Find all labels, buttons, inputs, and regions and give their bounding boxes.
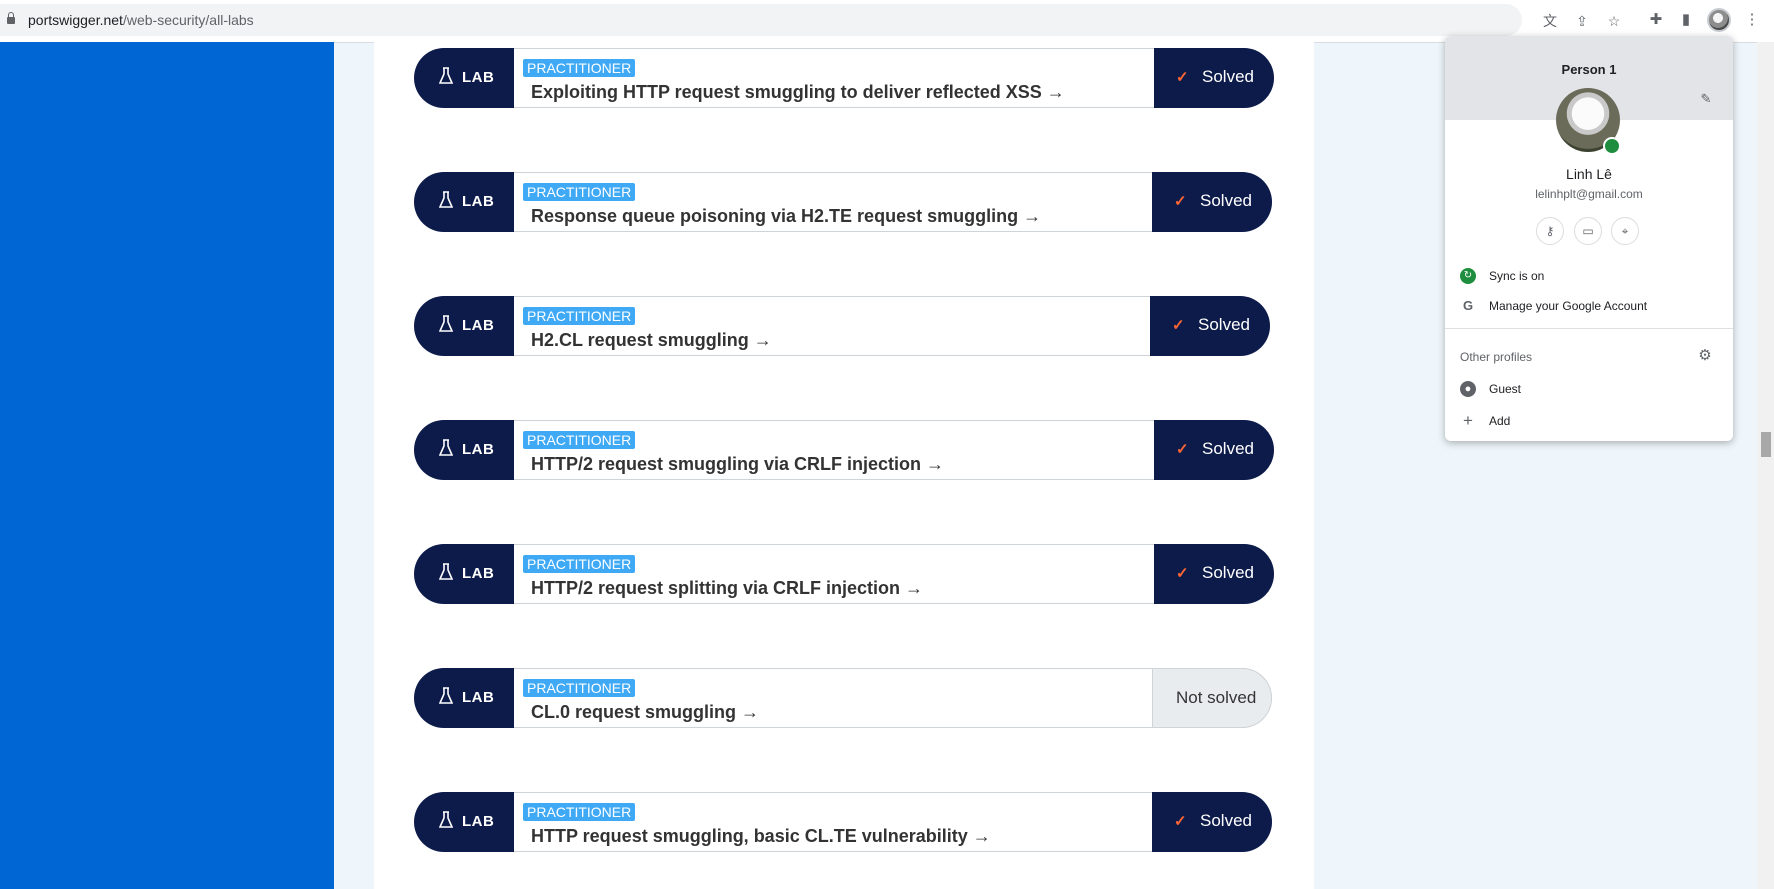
lab-badge-label: LAB [462, 193, 495, 210]
status-badge: ✓ Solved [1154, 48, 1274, 108]
flask-icon [439, 67, 453, 84]
flask-icon [439, 315, 453, 332]
google-g-icon: G [1462, 298, 1474, 313]
sync-badge-icon [1603, 137, 1621, 155]
profile-menu: Person 1 ✎ Linh Lê lelinhplt@gmail.com ⚷… [1445, 36, 1733, 441]
lab-title-link[interactable]: H2.CL request smuggling → [531, 330, 772, 351]
lab-card[interactable]: LAB PRACTITIONER CL.0 request smuggling … [414, 668, 1272, 728]
lab-badge: LAB [414, 420, 514, 480]
status-badge: ✓ Solved [1150, 296, 1270, 356]
status-label: Solved [1202, 67, 1254, 86]
status-label: Solved [1198, 315, 1250, 334]
flask-icon [439, 563, 453, 580]
add-label: Add [1489, 414, 1511, 428]
status-badge: ✓ Solved [1154, 420, 1274, 480]
plus-icon: + [1463, 411, 1473, 430]
status-label: Solved [1202, 439, 1254, 458]
check-icon: ✓ [1176, 441, 1189, 458]
lab-badge-label: LAB [462, 813, 495, 830]
lab-title-link[interactable]: HTTP request smuggling, basic CL.TE vuln… [531, 826, 991, 847]
guest-profile-row[interactable]: ● Guest [1445, 376, 1733, 402]
address-bar[interactable]: portswigger.net/web-security/all-labs 文 … [0, 4, 1620, 36]
flask-icon [439, 191, 453, 208]
url-text[interactable]: portswigger.net/web-security/all-labs [28, 12, 254, 28]
lab-title-link[interactable]: CL.0 request smuggling → [531, 702, 759, 723]
status-label: Not solved [1176, 688, 1257, 707]
flask-icon [439, 439, 453, 456]
scroll-thumb[interactable] [1761, 432, 1771, 457]
gear-icon[interactable]: ⚙ [1697, 348, 1713, 364]
sync-label: Sync is on [1489, 269, 1545, 283]
lab-card[interactable]: LAB PRACTITIONER HTTP/2 request smugglin… [414, 420, 1274, 480]
status-badge: Not solved [1152, 668, 1272, 728]
lab-title-link[interactable]: Exploiting HTTP request smuggling to del… [531, 82, 1065, 103]
manage-account-row[interactable]: G Manage your Google Account [1445, 293, 1733, 319]
flask-icon [439, 811, 453, 828]
card-icon[interactable]: ▭ [1574, 217, 1602, 245]
level-badge: PRACTITIONER [523, 803, 636, 821]
lab-badge-label: LAB [462, 69, 495, 86]
lab-badge: LAB [414, 172, 514, 232]
status-badge: ✓ Solved [1154, 544, 1274, 604]
lab-badge: LAB [414, 544, 514, 604]
lab-badge-label: LAB [462, 441, 495, 458]
manage-account-label: Manage your Google Account [1489, 299, 1648, 313]
level-badge: PRACTITIONER [523, 555, 636, 573]
profile-email: lelinhplt@gmail.com [1535, 187, 1643, 201]
other-profiles-heading: Other profiles [1460, 350, 1533, 364]
guest-label: Guest [1489, 382, 1522, 396]
add-profile-row[interactable]: + Add [1445, 408, 1733, 434]
level-badge: PRACTITIONER [523, 59, 636, 77]
status-badge: ✓ Solved [1152, 172, 1272, 232]
status-label: Solved [1202, 563, 1254, 582]
status-badge: ✓ Solved [1152, 792, 1272, 852]
extensions-puzzle-icon[interactable]: ✚ [1646, 10, 1666, 30]
key-icon[interactable]: ⚷ [1536, 217, 1564, 245]
side-panel-icon[interactable]: ▮ [1676, 10, 1696, 30]
profile-header-name: Person 1 [1561, 62, 1617, 77]
location-pin-icon[interactable]: ⌖ [1611, 217, 1639, 245]
lab-title-link[interactable]: HTTP/2 request smuggling via CRLF inject… [531, 454, 944, 475]
lab-badge: LAB [414, 792, 514, 852]
lab-card[interactable]: LAB PRACTITIONER HTTP request smuggling,… [414, 792, 1272, 852]
check-icon: ✓ [1174, 193, 1187, 210]
lab-title-link[interactable]: Response queue poisoning via H2.TE reque… [531, 206, 1041, 227]
status-label: Solved [1200, 811, 1252, 830]
lab-card[interactable]: LAB PRACTITIONER Response queue poisonin… [414, 172, 1272, 232]
left-blue-panel [0, 42, 334, 889]
level-badge: PRACTITIONER [523, 679, 636, 697]
level-badge: PRACTITIONER [523, 431, 636, 449]
divider [1445, 328, 1733, 329]
lab-badge: LAB [414, 668, 514, 728]
sync-icon: ↻ [1460, 268, 1476, 284]
lab-title-link[interactable]: HTTP/2 request splitting via CRLF inject… [531, 578, 923, 599]
pencil-edit-icon[interactable]: ✎ [1698, 91, 1714, 107]
sync-row[interactable]: ↻ Sync is on [1445, 263, 1733, 289]
translate-icon[interactable]: 文 [1541, 13, 1559, 29]
lab-card[interactable]: LAB PRACTITIONER Exploiting HTTP request… [414, 48, 1274, 108]
bookmark-star-icon[interactable]: ☆ [1605, 13, 1623, 29]
lab-badge: LAB [414, 296, 514, 356]
guest-person-icon: ● [1460, 381, 1476, 397]
lab-card[interactable]: LAB PRACTITIONER H2.CL request smuggling… [414, 296, 1270, 356]
lab-badge: LAB [414, 48, 514, 108]
lab-badge-label: LAB [462, 565, 495, 582]
page-scrollbar[interactable] [1757, 42, 1774, 889]
status-label: Solved [1200, 191, 1252, 210]
lab-badge-label: LAB [462, 689, 495, 706]
check-icon: ✓ [1176, 565, 1189, 582]
profile-full-name: Linh Lê [1566, 166, 1612, 182]
lock-icon[interactable] [7, 12, 15, 24]
flask-icon [439, 687, 453, 704]
share-icon[interactable]: ⇪ [1573, 13, 1591, 29]
lab-card[interactable]: LAB PRACTITIONER HTTP/2 request splittin… [414, 544, 1274, 604]
check-icon: ✓ [1172, 317, 1185, 334]
check-icon: ✓ [1176, 69, 1189, 86]
level-badge: PRACTITIONER [523, 307, 636, 325]
level-badge: PRACTITIONER [523, 183, 636, 201]
lab-badge-label: LAB [462, 317, 495, 334]
kebab-menu-icon[interactable]: ⋮ [1742, 10, 1762, 30]
check-icon: ✓ [1174, 813, 1187, 830]
profile-avatar-button[interactable] [1707, 8, 1731, 32]
